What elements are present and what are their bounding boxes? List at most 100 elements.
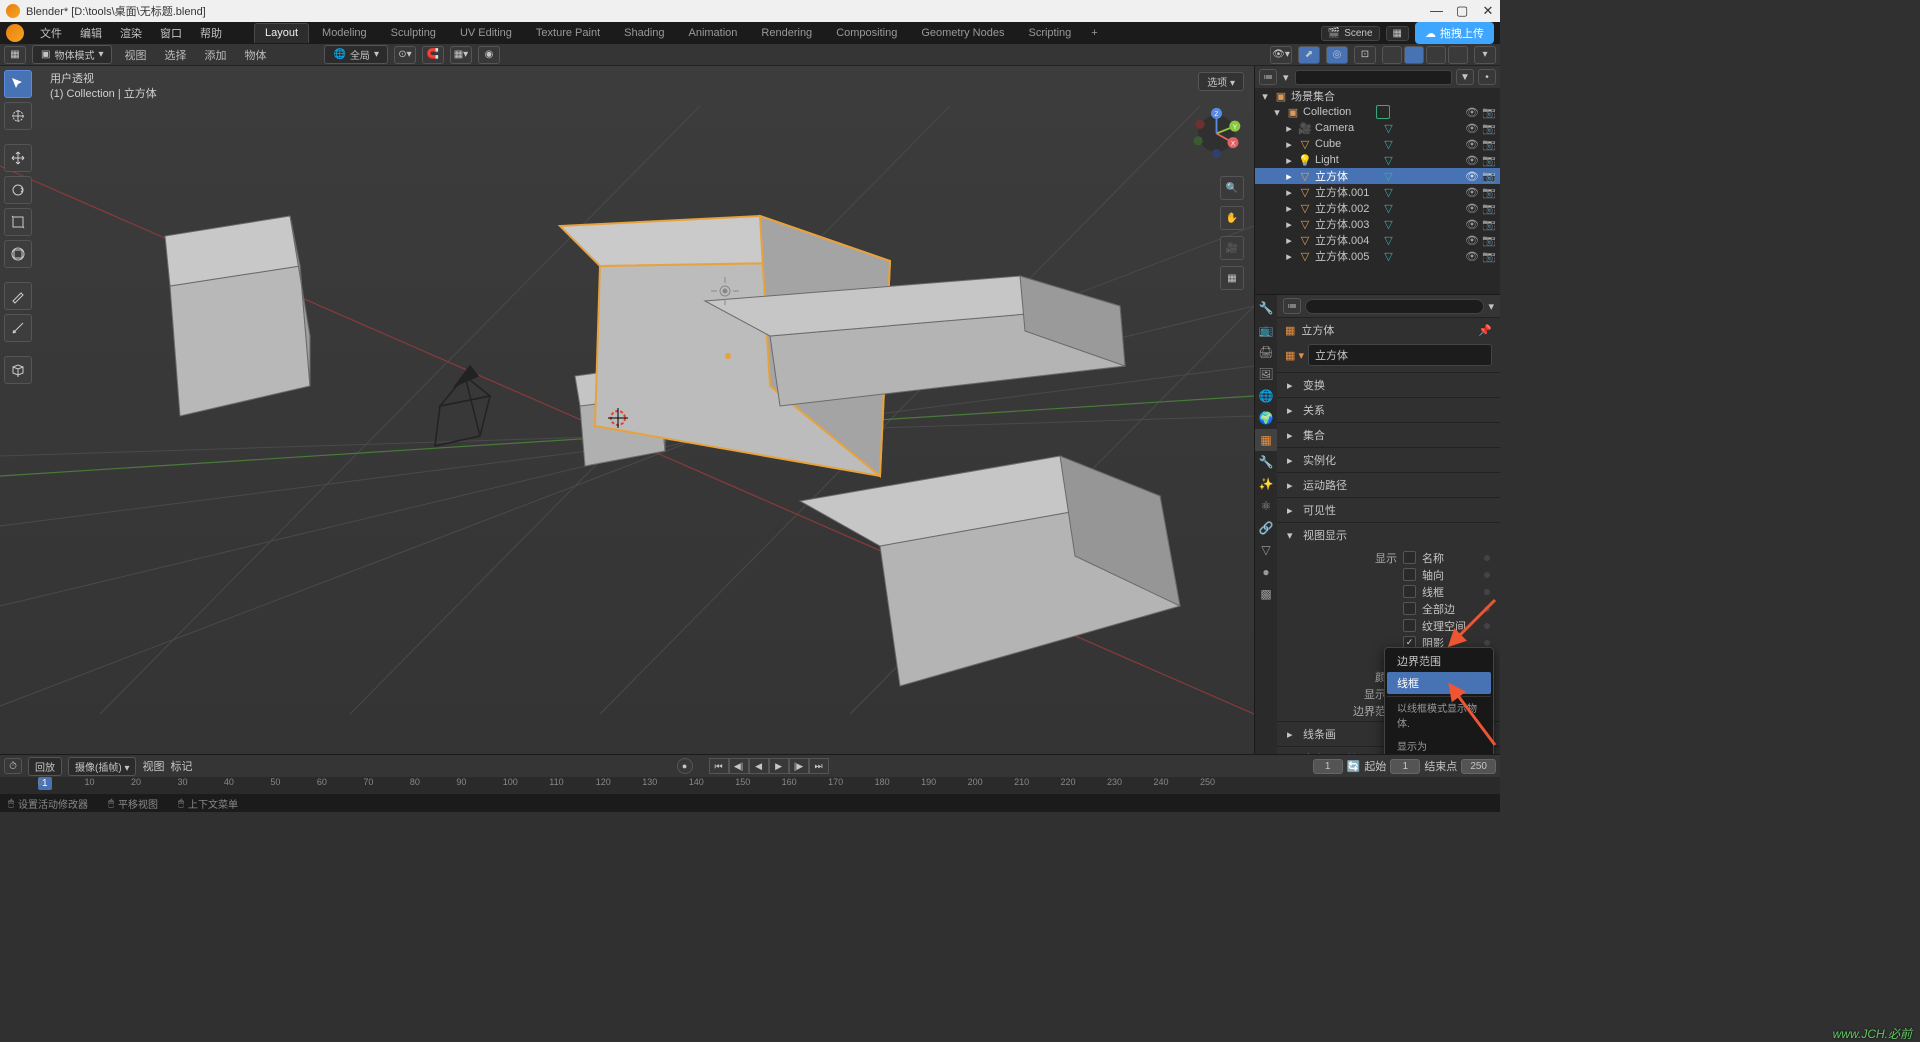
viewport-options[interactable]: 选项 ▾ — [1198, 72, 1244, 91]
end-frame[interactable]: 250 — [1461, 759, 1496, 774]
cb-wire[interactable] — [1403, 585, 1416, 598]
menu-window[interactable]: 窗口 — [152, 22, 190, 44]
vmenu-select[interactable]: 选择 — [158, 47, 192, 63]
eye-icon[interactable]: 👁 — [1465, 122, 1479, 135]
timeline-track[interactable]: 1 01020304050607080901001101201301401501… — [0, 777, 1500, 794]
editor-type-icon[interactable]: ▦ — [4, 46, 26, 64]
ptab-material[interactable]: ● — [1255, 561, 1277, 583]
scene-dropdown[interactable]: 🎬 Scene — [1321, 26, 1380, 41]
zoom-icon[interactable]: 🔍 — [1220, 176, 1244, 200]
render-icon[interactable]: 📷 — [1482, 250, 1496, 263]
ptab-scene[interactable]: 🌐 — [1255, 385, 1277, 407]
workspace-tab-uvediting[interactable]: UV Editing — [449, 23, 523, 43]
outliner-tree[interactable]: ▾▣ 场景集合 ▾▣ Collection 👁 📷 ▸🎥Camera▽👁📷▸▽C… — [1255, 88, 1500, 294]
eye-icon[interactable]: 👁 — [1465, 138, 1479, 151]
outliner-new-collection[interactable]: • — [1478, 69, 1496, 85]
eye-icon[interactable]: 👁 — [1465, 170, 1479, 183]
cb-texspace[interactable] — [1403, 619, 1416, 632]
eye-icon[interactable]: 👁 — [1465, 154, 1479, 167]
tool-scale[interactable] — [4, 208, 32, 236]
gizmo-toggle[interactable]: ⬈ — [1298, 46, 1320, 64]
play[interactable]: ▶ — [769, 758, 789, 774]
timeline-marker[interactable]: 标记 — [170, 758, 192, 774]
sec-viewport-display[interactable]: ▾视图显示 — [1277, 523, 1500, 547]
render-icon[interactable]: 📷 — [1482, 186, 1496, 199]
snap-dropdown[interactable]: ▦▾ — [450, 46, 472, 64]
sec-relations[interactable]: ▸关系 — [1277, 398, 1500, 422]
timeline-mode[interactable]: 摄像(插帧) ▾ — [68, 757, 136, 776]
vmenu-view[interactable]: 视图 — [118, 47, 152, 63]
outliner-filter[interactable]: ▼ — [1456, 69, 1474, 85]
ptab-object[interactable]: ▦ — [1255, 429, 1277, 451]
outliner-item[interactable]: ▸▽立方体.005▽👁📷 — [1255, 248, 1500, 264]
ptab-texture[interactable]: ▩ — [1255, 583, 1277, 605]
outliner-item[interactable]: ▸▽立方体.003▽👁📷 — [1255, 216, 1500, 232]
play-reverse[interactable]: ◀ — [749, 758, 769, 774]
eye-icon[interactable]: 👁 — [1465, 202, 1479, 215]
outliner-item[interactable]: ▸▽Cube▽👁📷 — [1255, 136, 1500, 152]
eye-icon[interactable]: 👁 — [1465, 186, 1479, 199]
render-icon[interactable]: 📷 — [1482, 234, 1496, 247]
popup-option-bounds[interactable]: 边界范围 — [1387, 650, 1491, 672]
jump-end[interactable]: ⏭ — [809, 758, 829, 774]
proportional-toggle[interactable]: ◉ — [478, 46, 500, 64]
cb-name[interactable] — [1403, 551, 1416, 564]
ptab-physics[interactable]: ⚛ — [1255, 495, 1277, 517]
tool-cursor[interactable] — [4, 102, 32, 130]
ptab-world[interactable]: 🌍 — [1255, 407, 1277, 429]
tool-measure[interactable] — [4, 314, 32, 342]
ptab-tool[interactable]: 🔧 — [1255, 297, 1277, 319]
timeline-editor-icon[interactable]: ⏱ — [4, 758, 22, 774]
tool-select-box[interactable] — [4, 70, 32, 98]
camera-view-icon[interactable]: 🎥 — [1220, 236, 1244, 260]
cb-axis[interactable] — [1403, 568, 1416, 581]
orientation-dropdown[interactable]: 🌐 全局 ▾ — [324, 45, 387, 64]
autokey-toggle[interactable]: ● — [677, 758, 693, 774]
menu-edit[interactable]: 编辑 — [72, 22, 110, 44]
props-options-icon[interactable]: ▾ — [1488, 300, 1494, 313]
vmenu-add[interactable]: 添加 — [198, 47, 232, 63]
perspective-toggle-icon[interactable]: ▦ — [1220, 266, 1244, 290]
ptab-particles[interactable]: ✨ — [1255, 473, 1277, 495]
eye-icon[interactable]: 👁 — [1465, 218, 1479, 231]
sec-motion[interactable]: ▸运动路径 — [1277, 473, 1500, 497]
camera-icon[interactable]: 📷 — [1482, 106, 1496, 119]
mode-dropdown[interactable]: ▣ 物体模式 ▾ — [32, 45, 112, 64]
shading-options[interactable]: ▾ — [1474, 46, 1496, 64]
sync-icon[interactable]: 🔄 — [1347, 760, 1361, 773]
outliner-item[interactable]: ▸💡Light▽👁📷 — [1255, 152, 1500, 168]
ptab-modifiers[interactable]: 🔧 — [1255, 451, 1277, 473]
close-button[interactable]: ✕ — [1482, 3, 1494, 19]
workspace-tab-modeling[interactable]: Modeling — [311, 23, 378, 43]
render-icon[interactable]: 📷 — [1482, 218, 1496, 231]
overlay-toggle[interactable]: ◎ — [1326, 46, 1348, 64]
outliner-collection[interactable]: Collection — [1303, 106, 1369, 118]
ptab-render[interactable]: 📺 — [1255, 319, 1277, 341]
outliner-item[interactable]: ▸▽立方体.004▽👁📷 — [1255, 232, 1500, 248]
object-name-field[interactable]: 立方体 — [1308, 344, 1492, 366]
workspace-tab-shading[interactable]: Shading — [613, 23, 675, 43]
menu-file[interactable]: 文件 — [32, 22, 70, 44]
jump-next-key[interactable]: |▶ — [789, 758, 809, 774]
pin-icon[interactable]: 📌 — [1478, 324, 1492, 337]
eye-icon[interactable]: 👁 — [1465, 106, 1479, 119]
props-editor-icon[interactable]: ≔ — [1283, 298, 1301, 314]
sec-visibility[interactable]: ▸可见性 — [1277, 498, 1500, 522]
view-object-types[interactable]: 👁▾ — [1270, 46, 1292, 64]
popup-option-wire[interactable]: 线框 — [1387, 672, 1491, 694]
outliner-item[interactable]: ▸▽立方体.001▽👁📷 — [1255, 184, 1500, 200]
outliner-item[interactable]: ▸🎥Camera▽👁📷 — [1255, 120, 1500, 136]
vmenu-object[interactable]: 物体 — [238, 47, 272, 63]
jump-prev-key[interactable]: ◀| — [729, 758, 749, 774]
menu-help[interactable]: 帮助 — [192, 22, 230, 44]
workspace-tab-geonodes[interactable]: Geometry Nodes — [910, 23, 1015, 43]
menu-render[interactable]: 渲染 — [112, 22, 150, 44]
nav-gizmo[interactable]: X Y Z — [1189, 106, 1244, 161]
workspace-tab-sculpting[interactable]: Sculpting — [380, 23, 447, 43]
render-icon[interactable]: 📷 — [1482, 138, 1496, 151]
workspace-add-button[interactable]: + — [1084, 23, 1104, 43]
outliner-root[interactable]: 场景集合 — [1291, 88, 1496, 104]
workspace-tab-layout[interactable]: Layout — [254, 23, 309, 43]
workspace-tab-scripting[interactable]: Scripting — [1017, 23, 1082, 43]
shading-wireframe[interactable] — [1382, 46, 1402, 64]
